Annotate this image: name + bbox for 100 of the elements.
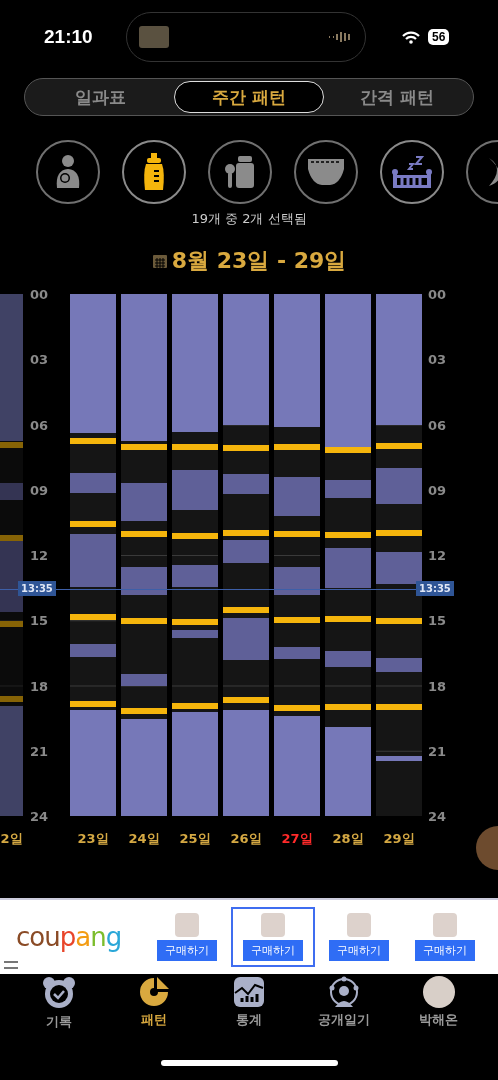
media-thumbnail bbox=[139, 26, 169, 48]
feeding-mark bbox=[274, 531, 320, 538]
diaper-icon bbox=[307, 158, 345, 186]
buy-button[interactable]: 구매하기 bbox=[243, 940, 304, 961]
hour-label: 09 bbox=[30, 482, 49, 498]
hour-label: 00 bbox=[428, 286, 447, 302]
hour-label: 21 bbox=[30, 743, 49, 759]
feeding-mark bbox=[223, 697, 269, 704]
hour-label: 18 bbox=[428, 678, 447, 693]
feeding-mark bbox=[172, 618, 218, 625]
day-label: 23일 bbox=[77, 830, 109, 848]
nap-bar bbox=[0, 482, 23, 501]
nap-bar bbox=[172, 630, 218, 638]
feeding-mark bbox=[325, 532, 371, 538]
avatar-icon bbox=[422, 976, 455, 1008]
feeding-mark bbox=[274, 705, 320, 712]
photo-placeholder bbox=[433, 913, 458, 937]
nav-tab[interactable]: 공개일기 bbox=[303, 976, 384, 1042]
feeding-mark bbox=[70, 437, 116, 444]
buy-button[interactable]: 구매하기 bbox=[329, 940, 390, 961]
feeding-mark bbox=[70, 613, 116, 620]
feeding-mark bbox=[172, 702, 218, 709]
hour-label: 06 bbox=[30, 417, 49, 432]
current-time-tag: 13:35 bbox=[18, 581, 56, 597]
category-toggle[interactable] bbox=[122, 140, 186, 204]
feeding-mark bbox=[325, 703, 371, 710]
feeding-mark bbox=[325, 447, 371, 454]
hour-label: 12 bbox=[428, 547, 447, 563]
food-jar-icon bbox=[224, 155, 256, 189]
clock: 21:10 bbox=[44, 26, 94, 48]
nap-bar bbox=[325, 479, 371, 499]
category-toggle[interactable] bbox=[380, 140, 444, 204]
hour-label: 03 bbox=[428, 351, 447, 367]
pie-chart-icon bbox=[138, 976, 171, 1008]
feeding-mark bbox=[121, 444, 167, 451]
nav-tab[interactable]: 패턴 bbox=[114, 976, 195, 1042]
feeding-mark bbox=[172, 443, 218, 450]
feeding-mark bbox=[223, 530, 269, 537]
feeding-mark bbox=[376, 442, 422, 449]
day-label: 28일 bbox=[332, 830, 364, 848]
feeding-mark bbox=[121, 707, 167, 714]
feeding-mark bbox=[376, 617, 422, 624]
nav-tab[interactable]: 박해온 bbox=[398, 976, 479, 1042]
feeding-mark bbox=[325, 615, 371, 622]
nap-bar bbox=[325, 651, 371, 667]
day-label: 2일 bbox=[0, 830, 23, 848]
nap-bar bbox=[70, 643, 116, 657]
hour-label: 06 bbox=[428, 417, 447, 432]
nap-bar bbox=[121, 483, 167, 521]
feeding-mark bbox=[223, 607, 269, 613]
photo-placeholder bbox=[175, 913, 200, 937]
nap-bar bbox=[376, 467, 422, 505]
tab[interactable]: 간격 패턴 bbox=[323, 81, 471, 113]
tab[interactable]: 주간 패턴 bbox=[174, 81, 324, 113]
current-time-tag: 13:35 bbox=[416, 581, 454, 597]
battery-level: 56 bbox=[428, 29, 450, 45]
nap-bar bbox=[376, 552, 422, 585]
network-person-icon bbox=[327, 976, 360, 1008]
calendar-icon bbox=[151, 253, 168, 269]
crib-icon bbox=[392, 155, 432, 189]
feeding-mark bbox=[0, 441, 23, 448]
menu-icon[interactable] bbox=[4, 961, 18, 969]
feeding-mark bbox=[70, 521, 116, 528]
hour-label: 18 bbox=[30, 678, 49, 693]
nap-bar bbox=[274, 646, 320, 660]
feeding-mark bbox=[274, 617, 320, 624]
feeding-mark bbox=[70, 701, 116, 708]
nap-bar bbox=[121, 566, 167, 595]
hour-label: 24 bbox=[428, 808, 447, 824]
nap-bar bbox=[223, 474, 269, 495]
feeding-mark bbox=[121, 531, 167, 538]
feeding-mark bbox=[376, 529, 422, 536]
category-toggle[interactable] bbox=[36, 140, 100, 204]
nap-bar bbox=[376, 658, 422, 672]
feeding-mark bbox=[274, 443, 320, 450]
photo-placeholder bbox=[261, 913, 286, 937]
feeding-mark bbox=[0, 620, 23, 627]
nav-tab[interactable]: 통계 bbox=[209, 976, 289, 1042]
buy-button[interactable]: 구매하기 bbox=[415, 940, 476, 961]
nap-bar bbox=[274, 566, 320, 595]
nap-bar bbox=[325, 547, 371, 588]
nap-bar bbox=[172, 565, 218, 588]
buy-button[interactable]: 구매하기 bbox=[157, 940, 218, 961]
selection-caption: 19개 중 2개 선택됨 bbox=[190, 210, 308, 228]
nav-tab[interactable]: 기록 bbox=[19, 976, 100, 1042]
nap-bar bbox=[70, 472, 116, 493]
wifi-icon bbox=[402, 30, 420, 44]
nap-bar bbox=[223, 617, 269, 661]
category-toggle[interactable] bbox=[294, 140, 358, 204]
nap-bar bbox=[70, 533, 116, 587]
tab[interactable]: 일과표 bbox=[27, 81, 175, 113]
day-label: 29일 bbox=[383, 830, 415, 848]
category-toggle[interactable] bbox=[208, 140, 272, 204]
nap-bar bbox=[121, 673, 167, 686]
day-label: 24일 bbox=[128, 830, 160, 848]
date-range: 8월 23일 - 29일 bbox=[171, 247, 347, 275]
feeding-mark bbox=[376, 703, 422, 710]
feeding-mark bbox=[0, 534, 23, 541]
brand-logo: coupang bbox=[16, 922, 122, 952]
hour-label: 00 bbox=[30, 286, 49, 302]
